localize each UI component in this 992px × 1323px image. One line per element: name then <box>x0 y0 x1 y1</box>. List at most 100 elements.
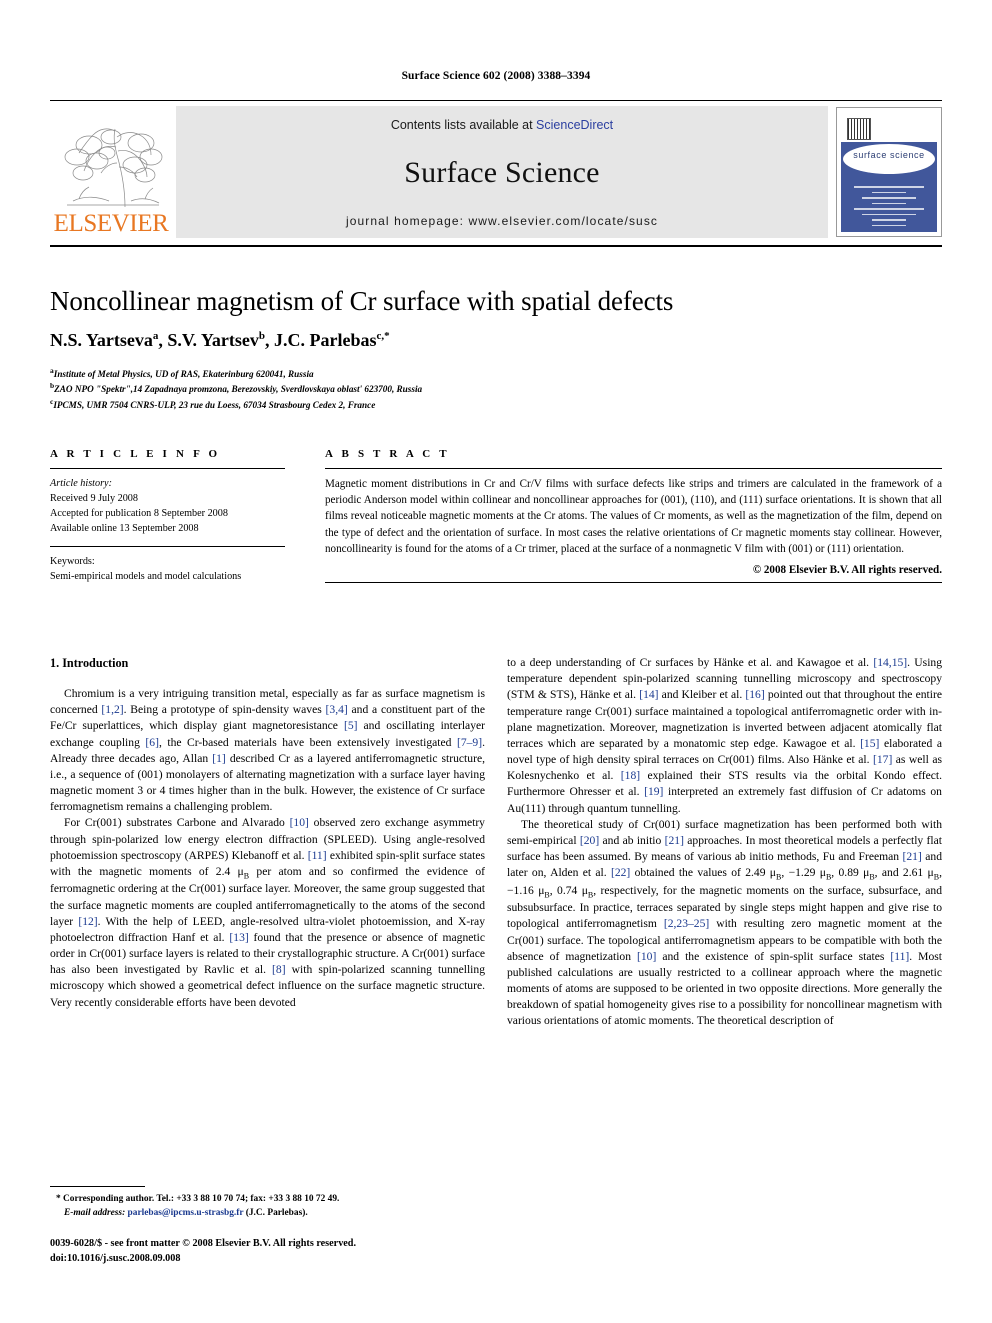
article-history-label: Article history: <box>50 478 112 489</box>
article-info-rule <box>50 468 285 469</box>
affiliation-list: aInstitute of Metal Physics, UD of RAS, … <box>50 366 810 412</box>
abstract-text: Magnetic moment distributions in Cr and … <box>325 478 942 555</box>
keywords-label: Keywords: <box>50 556 95 568</box>
citation-ref[interactable]: [12] <box>78 915 97 928</box>
citation-ref[interactable]: [22] <box>611 866 630 879</box>
masthead-center: Contents lists available at ScienceDirec… <box>176 106 828 238</box>
paragraph: to a deep understanding of Cr surfaces b… <box>507 655 942 817</box>
page-title: Noncollinear magnetism of Cr surface wit… <box>50 286 674 316</box>
abstract-bottom-rule <box>325 581 942 583</box>
citation-ref[interactable]: [10] <box>637 950 656 963</box>
masthead-top-rule <box>50 100 942 101</box>
citation-ref[interactable]: [7–9] <box>457 736 482 749</box>
bohr-magneton-subscript: B <box>869 872 875 882</box>
journal-homepage-link[interactable]: journal homepage: www.elsevier.com/locat… <box>346 214 658 228</box>
journal-cover-thumbnail: surface science <box>832 106 942 238</box>
paragraph: Chromium is a very intriguing transition… <box>50 686 485 815</box>
citation-ref[interactable]: [19] <box>644 785 663 798</box>
bohr-magneton-subscript: B <box>243 871 250 881</box>
citation-ref[interactable]: [8] <box>272 963 286 976</box>
citation-ref[interactable]: [3,4] <box>326 703 348 716</box>
citation-ref[interactable]: [16] <box>745 688 764 701</box>
elsevier-logo: ELSEVIER <box>50 106 172 238</box>
author-2-affil-marker: b <box>258 330 265 342</box>
elsevier-wordmark: ELSEVIER <box>53 210 169 237</box>
section-heading-introduction: 1. Introduction <box>50 656 129 670</box>
author-1: N.S. Yartseva <box>50 330 153 350</box>
affiliation-a: aInstitute of Metal Physics, UD of RAS, … <box>50 366 810 381</box>
paragraph-text: For Cr(001) substrates Carbone and Alvar… <box>50 816 485 1009</box>
article-accepted: Accepted for publication 8 September 200… <box>50 508 228 520</box>
paragraph: For Cr(001) substrates Carbone and Alvar… <box>50 815 485 1010</box>
bohr-magneton-subscript: B <box>933 872 940 882</box>
keywords-rule <box>50 546 285 548</box>
author-1-affil-marker: a <box>152 330 159 342</box>
citation-ref[interactable]: [20] <box>580 834 599 847</box>
cover-text-lines <box>851 186 927 230</box>
citation-ref[interactable]: [6] <box>145 736 159 749</box>
corresponding-author-footnote: * Corresponding author. Tel.: +33 3 88 1… <box>50 1186 485 1220</box>
email-owner: (J.C. Parlebas). <box>245 1208 308 1219</box>
citation-ref[interactable]: [11] <box>308 849 327 862</box>
keywords-value: Semi-empirical models and model calculat… <box>50 571 242 583</box>
journal-title: Surface Science <box>404 156 600 189</box>
keywords-block: Keywords: Semi-empirical models and mode… <box>50 554 285 584</box>
masthead-bottom-rule <box>50 245 942 247</box>
abstract-rule <box>325 468 942 469</box>
body-column-left: 1. Introduction Chromium is a very intri… <box>50 655 485 1011</box>
paragraph-text: Chromium is a very intriguing transition… <box>50 687 485 814</box>
citation-ref[interactable]: [14] <box>639 688 658 701</box>
article-info-box: A R T I C L E I N F O Article history: R… <box>50 448 285 585</box>
journal-masthead: ELSEVIER Contents lists available at Sci… <box>50 100 942 247</box>
sciencedirect-link[interactable]: ScienceDirect <box>536 118 613 132</box>
citation-ref[interactable]: [15] <box>860 737 879 750</box>
contents-available-line: Contents lists available at ScienceDirec… <box>391 118 613 132</box>
article-page: Surface Science 602 (2008) 3388–3394 ELS… <box>0 0 992 1323</box>
affil-a-text: Institute of Metal Physics, UD of RAS, E… <box>53 369 314 380</box>
citation-ref[interactable]: [1,2] <box>101 703 123 716</box>
citation-ref[interactable]: [17] <box>873 753 892 766</box>
citation-ref[interactable]: [13] <box>229 931 248 944</box>
author-list: N.S. Yartsevaa, S.V. Yartsevb, J.C. Parl… <box>50 330 390 350</box>
citation-ref[interactable]: [1] <box>212 752 226 765</box>
affiliation-b: bZAO NPO "Spektr",14 Zapadnaya promzona,… <box>50 381 810 396</box>
bohr-magneton-subscript: B <box>825 872 832 882</box>
author-3-affil-marker: c,* <box>376 330 390 342</box>
abstract-copyright: © 2008 Elsevier B.V. All rights reserved… <box>752 563 942 576</box>
citation-ref[interactable]: [2,23–25] <box>664 917 709 930</box>
body-column-right: to a deep understanding of Cr surfaces b… <box>507 655 942 1030</box>
affil-b-text: ZAO NPO "Spektr",14 Zapadnaya promzona, … <box>54 384 423 395</box>
email-label: E-mail address: <box>64 1208 126 1219</box>
paragraph-text: The theoretical study of Cr(001) surface… <box>507 817 943 1028</box>
paragraph: The theoretical study of Cr(001) surface… <box>507 817 942 1030</box>
bohr-magneton-subscript: B <box>776 872 782 882</box>
issn-line: 0039-6028/$ - see front matter © 2008 El… <box>50 1238 357 1249</box>
doi-line: doi:10.1016/j.susc.2008.09.008 <box>50 1253 181 1265</box>
issn-doi-footer: 0039-6028/$ - see front matter © 2008 El… <box>50 1236 550 1267</box>
citation-ref[interactable]: [14,15] <box>873 656 907 669</box>
citation-ref[interactable]: [5] <box>344 719 358 732</box>
article-info-heading: A R T I C L E I N F O <box>50 448 221 460</box>
citation-ref[interactable]: [21] <box>903 850 922 863</box>
abstract-heading: A B S T R A C T <box>325 448 450 460</box>
abstract-box: A B S T R A C T Magnetic moment distribu… <box>325 448 942 583</box>
paragraph-text: to a deep understanding of Cr surfaces b… <box>507 656 943 815</box>
article-available-online: Available online 13 September 2008 <box>50 523 199 535</box>
elsevier-tree-icon <box>55 117 167 213</box>
footnote-rule <box>50 1186 145 1187</box>
barcode-icon <box>847 118 871 140</box>
running-head: Surface Science 602 (2008) 3388–3394 <box>401 70 591 82</box>
email-link[interactable]: parlebas@ipcms.u-strasbg.fr <box>128 1208 244 1218</box>
citation-ref[interactable]: [18] <box>621 769 640 782</box>
author-3: J.C. Parlebas <box>273 330 377 350</box>
footnote-email-line: E-mail address: parlebas@ipcms.u-strasbg… <box>50 1206 485 1220</box>
citation-ref[interactable]: [11] <box>890 950 909 963</box>
cover-journal-title: surface science <box>853 150 925 160</box>
bohr-magneton-subscript: B <box>544 890 550 900</box>
citation-ref[interactable]: [21] <box>665 834 684 847</box>
affil-c-text: IPCMS, UMR 7504 CNRS-ULP, 23 rue du Loes… <box>53 399 376 410</box>
author-2: S.V. Yartsev <box>167 330 259 350</box>
footnote-corresponding: * Corresponding author. Tel.: +33 3 88 1… <box>56 1194 340 1204</box>
article-received: Received 9 July 2008 <box>50 493 138 505</box>
citation-ref[interactable]: [10] <box>290 816 309 829</box>
